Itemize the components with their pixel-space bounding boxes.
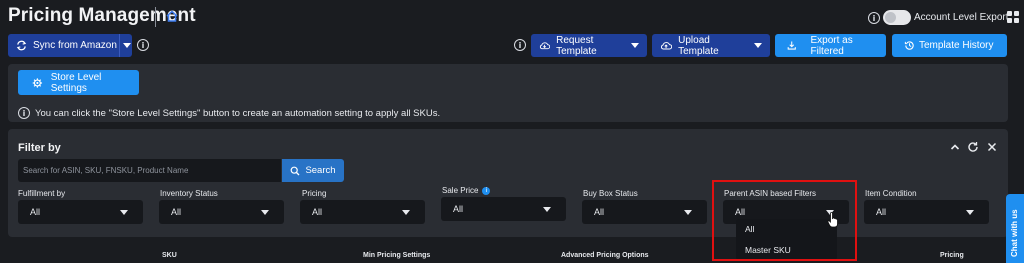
column-header-sku[interactable]: SKU xyxy=(162,252,177,259)
info-icon[interactable]: i xyxy=(137,39,149,51)
store-level-settings-button[interactable]: Store Level Settings xyxy=(18,70,139,95)
request-template-label: Request Template xyxy=(556,34,597,57)
filter-label-buy-box-status: Buy Box Status xyxy=(583,189,638,198)
info-icon[interactable]: i xyxy=(868,12,880,24)
chevron-down-icon xyxy=(966,210,974,215)
chevron-down-icon xyxy=(543,207,551,212)
refresh-icon[interactable] xyxy=(967,141,979,153)
fulfillment-select[interactable]: All xyxy=(18,200,143,224)
item-condition-value: All xyxy=(876,207,887,217)
chevron-down-icon[interactable] xyxy=(123,43,131,48)
info-icon[interactable]: i xyxy=(482,186,491,195)
inventory-status-select[interactable]: All xyxy=(159,200,284,224)
pricing-management-page: Pricing Management i Account Level Expor… xyxy=(0,0,1024,263)
template-history-label: Template History xyxy=(919,40,994,51)
account-export-label: Account Level Export xyxy=(914,12,1009,23)
title-divider xyxy=(155,7,156,27)
sale-price-value: All xyxy=(453,204,464,214)
gear-icon xyxy=(32,77,43,88)
column-header-min-pricing[interactable]: Min Pricing Settings xyxy=(363,252,430,259)
sync-label: Sync from Amazon xyxy=(33,40,117,51)
filter-label-inventory-status: Inventory Status xyxy=(160,189,218,198)
split-divider xyxy=(119,34,120,57)
fulfillment-value: All xyxy=(30,207,41,217)
filter-label-pricing: Pricing xyxy=(302,189,327,198)
filter-label-item-condition: Item Condition xyxy=(865,189,917,198)
search-icon xyxy=(291,166,300,175)
store-settings-hint-text: You can click the "Store Level Settings"… xyxy=(35,107,441,119)
chevron-down-icon xyxy=(684,210,692,215)
column-header-pricing[interactable]: Pricing xyxy=(940,252,964,259)
store-settings-hint: i You can click the "Store Level Setting… xyxy=(18,107,440,119)
info-icon[interactable]: i xyxy=(514,39,526,51)
grid-squares-icon[interactable] xyxy=(1006,10,1020,24)
template-history-button[interactable]: Template History xyxy=(892,34,1007,57)
export-as-filtered-button[interactable]: Export as Filtered xyxy=(775,34,886,57)
sale-price-select[interactable]: All xyxy=(441,197,566,221)
download-icon xyxy=(787,41,796,50)
filter-label-fulfillment: Fulfillment by xyxy=(18,189,66,198)
upload-template-button[interactable]: Upload Template xyxy=(652,34,770,57)
pricing-value: All xyxy=(312,207,323,217)
filter-label-sale-price: Sale Price i xyxy=(442,186,491,195)
account-export-toggle[interactable] xyxy=(883,10,911,25)
filter-title: Filter by xyxy=(18,142,61,154)
upload-template-label: Upload Template xyxy=(678,34,719,57)
export-label: Export as Filtered xyxy=(810,34,853,57)
item-condition-select[interactable]: All xyxy=(864,200,989,224)
search-input[interactable]: Search for ASIN, SKU, FNSKU, Product Nam… xyxy=(18,159,281,182)
chevron-up-icon[interactable] xyxy=(949,141,961,153)
sale-price-label: Sale Price xyxy=(442,186,479,195)
close-icon[interactable] xyxy=(986,141,998,153)
sync-from-amazon-button[interactable]: Sync from Amazon xyxy=(8,34,132,57)
chevron-down-icon xyxy=(120,210,128,215)
search-button-label: Search xyxy=(305,165,336,176)
search-button[interactable]: Search xyxy=(282,159,344,182)
chevron-down-icon xyxy=(754,43,762,48)
request-template-button[interactable]: Request Template xyxy=(531,34,647,57)
chat-label: Chat with us xyxy=(1010,209,1019,257)
cloud-upload-icon xyxy=(661,42,673,50)
column-header-advanced-pricing[interactable]: Advanced Pricing Options xyxy=(561,252,649,259)
buy-box-status-select[interactable]: All xyxy=(582,200,707,224)
chevron-down-icon xyxy=(402,210,410,215)
buy-box-status-value: All xyxy=(594,207,605,217)
pricing-select[interactable]: All xyxy=(300,200,425,224)
chat-with-us-button[interactable]: Chat with us xyxy=(1006,194,1024,263)
hand-cursor-icon xyxy=(827,212,838,228)
chevron-down-icon xyxy=(261,210,269,215)
store-level-settings-label: Store Level Settings xyxy=(50,71,102,94)
chevron-down-icon xyxy=(631,43,639,48)
inventory-status-value: All xyxy=(171,207,182,217)
home-icon[interactable] xyxy=(165,9,179,23)
sync-icon xyxy=(16,40,27,51)
info-icon: i xyxy=(18,107,30,119)
cloud-download-icon xyxy=(539,42,551,50)
history-icon xyxy=(904,41,914,50)
